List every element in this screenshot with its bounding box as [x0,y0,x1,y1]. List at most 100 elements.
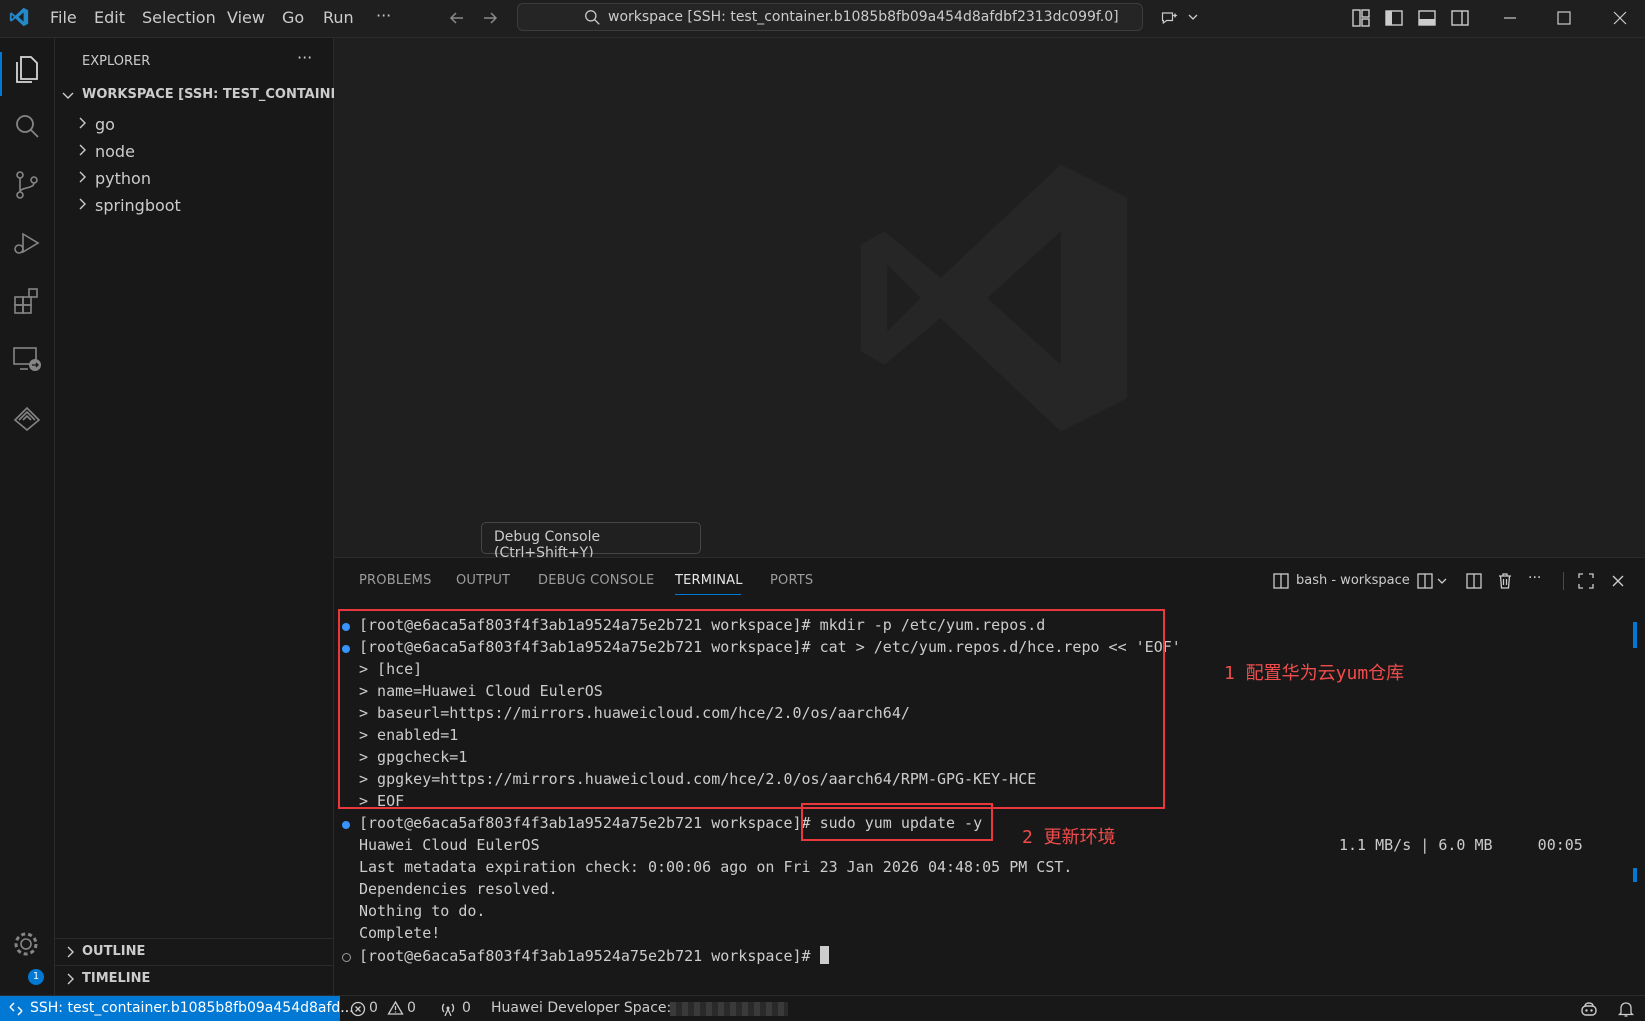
source-control-icon[interactable] [10,168,44,202]
copilot-chat-icon[interactable] [1160,8,1180,28]
chevron-down-icon [62,92,74,99]
folder-item[interactable]: node [55,139,333,165]
terminal-line: Dependencies resolved. [359,880,558,898]
copilot-icon[interactable] [1580,1000,1598,1018]
close-panel-icon[interactable] [1609,572,1627,590]
remote-connection-icon [9,1002,23,1016]
toggle-secondary-sidebar-icon[interactable] [1450,8,1470,28]
terminal-output[interactable]: [root@e6aca5af803f4f3ab1a9524a75e2b721 w… [334,609,1634,986]
huawei-cloud-icon[interactable] [10,400,44,434]
warning-icon [387,1000,404,1015]
close-window-icon[interactable] [1610,8,1630,28]
toolbar-divider [1563,572,1564,590]
command-center-search[interactable]: workspace [SSH: test_container.b1085b8fb… [517,3,1143,31]
workspace-label: WORKSPACE [SSH: TEST_CONTAINE... [82,87,355,102]
customize-layout-icon[interactable] [1351,8,1371,28]
status-bar: SSH: test_container.b1085b8fb09a454d8afd… [0,995,1645,1021]
folder-label: springboot [95,196,181,215]
minimize-icon[interactable] [1500,8,1520,28]
terminal-line: Complete! [359,924,441,942]
tab-debug-console[interactable]: DEBUG CONSOLE [538,573,654,588]
folder-item[interactable]: springboot [55,193,333,219]
folder-label: node [95,142,135,161]
remote-explorer-icon[interactable] [10,342,44,376]
search-text: workspace [SSH: test_container.b1085b8fb… [608,9,1119,25]
folder-label: python [95,169,151,188]
trash-icon[interactable] [1496,572,1514,590]
maximize-panel-icon[interactable] [1577,572,1595,590]
timeline-label: TIMELINE [82,971,151,986]
outline-section-header[interactable]: OUTLINE [55,938,333,965]
back-arrow-icon[interactable] [447,8,467,28]
annotation-step2-label: 2 更新环境 [1022,827,1116,848]
forwarded-ports-status[interactable]: 0 [440,996,476,1021]
folder-item[interactable]: python [55,166,333,192]
maximize-icon[interactable] [1554,8,1574,28]
toggle-primary-sidebar-icon[interactable] [1384,8,1404,28]
annotation-box-step2 [801,803,993,841]
title-bar: File Edit Selection View Go Run ··· work… [0,0,1645,38]
editor-area [334,38,1645,557]
run-and-debug-icon[interactable] [10,226,44,260]
ports-count: 0 [462,1000,471,1016]
tab-terminal[interactable]: TERMINAL [675,573,743,588]
menu-go[interactable]: Go [282,8,304,27]
tab-problems[interactable]: PROBLEMS [359,573,432,588]
vscode-watermark-icon [860,164,1128,432]
chevron-down-icon[interactable] [1187,12,1199,22]
remote-label: SSH: test_container.b1085b8fb09a454d8afd… [30,1000,354,1016]
menu-selection[interactable]: Selection [142,8,216,27]
manage-gear-icon[interactable] [10,928,44,962]
menu-edit[interactable]: Edit [94,8,125,27]
toggle-panel-icon[interactable] [1417,8,1437,28]
chevron-right-icon [79,117,86,129]
command-status-dot [342,953,351,962]
problems-status[interactable]: 0 0 [350,996,422,1021]
workspace-section-header[interactable]: WORKSPACE [SSH: TEST_CONTAINE... [55,84,354,108]
panel-more-actions[interactable]: ··· [1528,570,1541,586]
terminal-line: Last metadata expiration check: 0:00:06 … [359,858,1073,876]
terminal-split-icon [1273,573,1289,589]
notifications-bell-icon[interactable] [1617,1000,1635,1018]
huawei-developer-space-status[interactable]: Huawei Developer Space: [491,1000,671,1016]
annotation-step1-label: 1 配置华为云yum仓库 [1224,663,1405,684]
activity-bar: 1 [0,38,55,995]
search-icon [585,10,600,25]
tab-ports[interactable]: PORTS [770,573,813,588]
active-indicator [0,52,2,96]
folder-item[interactable]: go [55,112,333,138]
scroll-marker [1633,868,1637,882]
chevron-right-icon [67,973,74,985]
explorer-files-icon[interactable] [10,52,44,86]
radio-tower-icon [441,1003,455,1017]
bottom-panel: PROBLEMS OUTPUT DEBUG CONSOLE TERMINAL P… [334,557,1645,996]
terminal-line: Nothing to do. [359,902,486,920]
outline-label: OUTLINE [82,944,146,959]
debug-console-tooltip: Debug Console (Ctrl+Shift+Y) [481,522,701,561]
remote-indicator[interactable]: SSH: test_container.b1085b8fb09a454d8afd… [0,996,354,1021]
folder-label: go [95,115,115,134]
chevron-right-icon [67,946,74,958]
timeline-section-header[interactable]: TIMELINE [55,965,333,992]
split-terminal-icon[interactable] [1465,572,1483,590]
active-tab-underline [675,594,741,595]
explorer-more-actions[interactable]: ··· [297,48,312,67]
extensions-icon[interactable] [10,284,44,318]
terminal-instance-name[interactable]: bash - workspace [1296,573,1410,588]
settings-update-badge: 1 [28,969,44,985]
menu-more[interactable]: ··· [376,6,391,25]
terminal-scrollbar[interactable] [1630,616,1640,986]
new-terminal-icon[interactable] [1416,572,1434,590]
terminal-prompt-line: [root@e6aca5af803f4f3ab1a9524a75e2b721 w… [359,946,829,966]
chevron-down-icon[interactable] [1436,576,1448,586]
forward-arrow-icon[interactable] [480,8,500,28]
search-icon[interactable] [10,110,44,144]
chevron-right-icon [79,171,86,183]
tab-output[interactable]: OUTPUT [456,573,510,588]
chevron-right-icon [79,144,86,156]
menu-view[interactable]: View [227,8,265,27]
menu-file[interactable]: File [50,8,77,27]
vscode-logo-icon [9,7,29,27]
error-count: 0 [369,1000,378,1016]
menu-run[interactable]: Run [323,8,354,27]
